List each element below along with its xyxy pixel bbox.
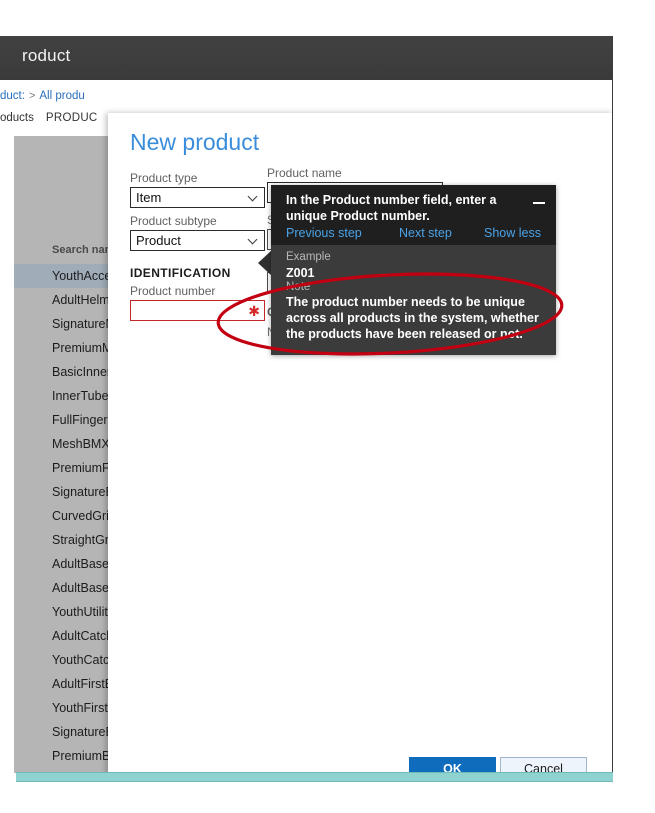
grid-row[interactable]: FullFingerB: [14, 408, 121, 432]
required-asterisk-icon: ✱: [248, 303, 260, 319]
page-tabstrip: oducts PRODUC: [0, 112, 121, 132]
minimize-icon[interactable]: [532, 195, 546, 209]
grid-row[interactable]: SignatureB: [14, 480, 121, 504]
product-subtype-value: Product: [136, 233, 181, 248]
callout-step-links: Previous step Next step Show less: [271, 226, 556, 245]
callout-note-text: The product number needs to be unique ac…: [286, 295, 539, 341]
callout-header: In the Product number field, enter a uni…: [271, 185, 556, 245]
grid-row[interactable]: AdultCatch: [14, 624, 121, 648]
callout-example-label: Example: [286, 251, 331, 263]
product-grid-rows[interactable]: YouthAcce AdultHelm SignatureM PremiumM Basi…: [14, 264, 121, 773]
callout-example-value: Z001: [286, 266, 315, 280]
grid-column-header-search-name[interactable]: Search name: [14, 244, 121, 262]
grid-row[interactable]: AdultFirstB: [14, 672, 121, 696]
field-product-number: Product number ✱: [130, 284, 265, 321]
grid-row[interactable]: YouthUtilit: [14, 600, 121, 624]
grid-row[interactable]: PremiumM: [14, 336, 121, 360]
grid-row[interactable]: AdultHelm: [14, 288, 121, 312]
product-list-page: duct: > All produ oducts PRODUC Search name…: [0, 80, 121, 773]
field-product-subtype: Product subtype Product: [130, 214, 265, 251]
grid-row[interactable]: MeshBMXC: [14, 432, 121, 456]
show-less-link[interactable]: Show less: [484, 226, 541, 240]
product-subtype-combobox[interactable]: Product: [130, 230, 265, 251]
product-number-input[interactable]: ✱: [130, 300, 265, 321]
grid-row[interactable]: PremiumBM: [14, 744, 121, 768]
grid-row[interactable]: StraightGri: [14, 528, 121, 552]
top-nav-title: roduct: [22, 46, 71, 65]
grid-row[interactable]: SignatureM: [14, 312, 121, 336]
grid-row[interactable]: InnerTubeI: [14, 384, 121, 408]
coach-mark-callout: In the Product number field, enter a uni…: [271, 185, 556, 355]
field-product-type-label: Product type: [130, 171, 198, 185]
status-bar: [16, 772, 613, 782]
field-product-name-label: Product name: [267, 166, 342, 180]
breadcrumb-separator-icon: >: [28, 90, 36, 102]
chevron-down-icon: [249, 236, 258, 245]
callout-pointer-arrow: [258, 250, 272, 276]
top-navigation-bar: roduct: [0, 36, 612, 80]
grid-row[interactable]: BasicInner: [14, 360, 121, 384]
product-type-combobox[interactable]: Item: [130, 187, 265, 208]
tab-products[interactable]: oducts: [0, 112, 34, 124]
chevron-down-icon: [249, 193, 258, 202]
field-product-type: Product type Item: [130, 171, 265, 208]
callout-note-label: Note: [286, 281, 311, 293]
section-header-identification: IDENTIFICATION: [130, 266, 231, 280]
field-product-subtype-label: Product subtype: [130, 214, 217, 228]
grid-row[interactable]: YouthAcce: [14, 264, 121, 288]
cancel-button[interactable]: Cancel: [500, 757, 587, 773]
screenshot-root: roduct duct: > All produ oducts PRODUC Sear…: [0, 0, 655, 813]
breadcrumb-item-0[interactable]: duct:: [0, 90, 25, 102]
grid-row[interactable]: YouthCatch: [14, 648, 121, 672]
previous-step-link[interactable]: Previous step: [286, 226, 362, 240]
grid-row[interactable]: YouthFirstB: [14, 696, 121, 720]
dialog-footer: OK Cancel: [108, 743, 612, 773]
grid-row[interactable]: AdultBaseb: [14, 576, 121, 600]
product-type-value: Item: [136, 190, 162, 205]
ok-button[interactable]: OK: [409, 757, 496, 773]
callout-body: Example Z001 Note The product number nee…: [271, 245, 556, 355]
grid-row[interactable]: SignatureB: [14, 720, 121, 744]
grid-row[interactable]: CurvedGrip: [14, 504, 121, 528]
application-window: roduct duct: > All produ oducts PRODUC Sear…: [0, 36, 613, 773]
field-product-number-label: Product number: [130, 284, 216, 298]
next-step-link[interactable]: Next step: [399, 226, 452, 240]
grid-row[interactable]: AdultBaseb: [14, 552, 121, 576]
breadcrumb-item-1[interactable]: All produ: [39, 90, 84, 102]
dialog-title: New product: [130, 129, 260, 155]
grid-row[interactable]: PremiumFu: [14, 456, 121, 480]
breadcrumb: duct: > All produ: [0, 90, 121, 110]
callout-headline: In the Product number field, enter a uni…: [286, 193, 497, 223]
tab-product[interactable]: PRODUC: [46, 112, 98, 124]
product-grid-panel: Search name YouthAcce AdultHelm SignatureM…: [14, 136, 121, 773]
